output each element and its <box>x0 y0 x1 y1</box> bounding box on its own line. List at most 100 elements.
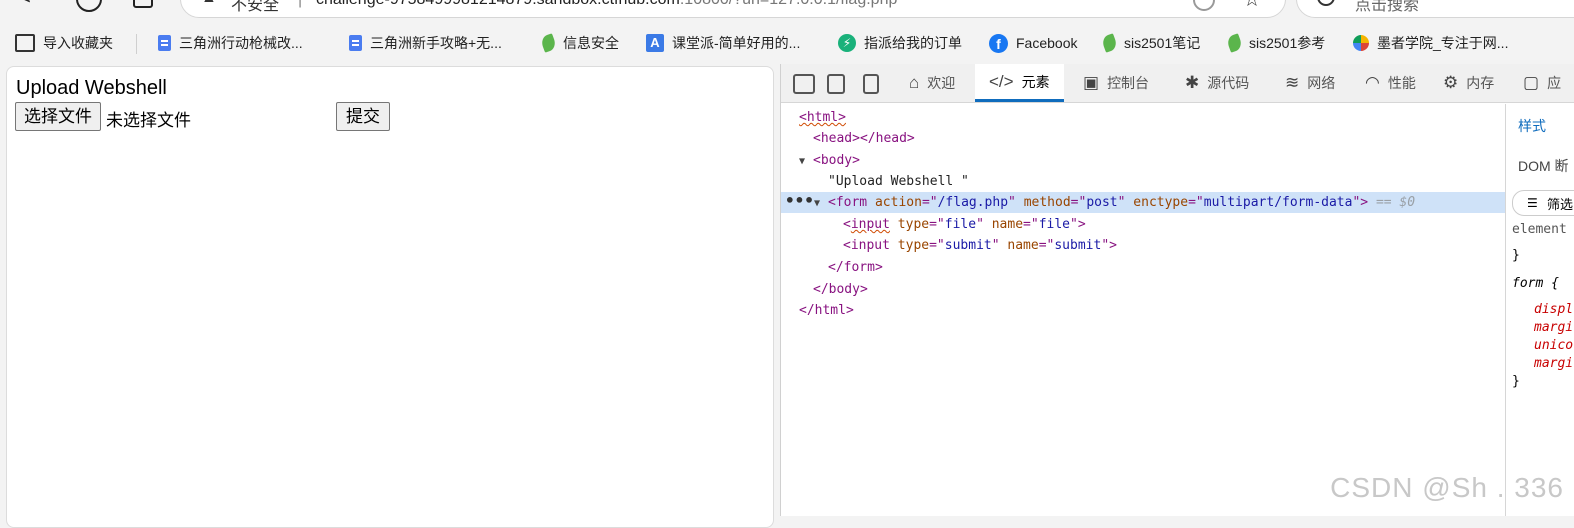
dom-line-body-close[interactable]: </body> <box>813 279 868 300</box>
bookmark-label: 课堂派-简单好用的... <box>672 35 801 51</box>
search-box[interactable]: 点击搜索 <box>1296 0 1574 18</box>
bookmarks-bar: 导入收藏夹 三角洲行动枪械改... 三角洲新手攻略+无... 信息安全 A 课堂派… <box>0 28 1574 58</box>
bookmark-import[interactable]: 导入收藏夹 <box>15 32 113 54</box>
filter-label: 筛选 <box>1547 197 1574 212</box>
bookmark-item[interactable]: 三角洲新手攻略+无... <box>349 32 502 54</box>
url-path: :10800/?url=127.0.0.1/flag.php <box>680 0 898 8</box>
form-method-value: post <box>1086 195 1118 210</box>
expand-triangle-icon[interactable]: ▼ <box>799 151 813 172</box>
url-host: challenge-9758499981214879.sandbox.ctfhu… <box>316 0 680 8</box>
expand-triangle-icon[interactable]: ▼ <box>814 193 828 214</box>
node-options-icon[interactable]: ••• <box>785 192 814 213</box>
insecure-label: 不安全 <box>231 0 280 14</box>
rule-close-brace: } <box>1512 248 1520 263</box>
bookmark-label: 墨者学院_专注于网... <box>1377 35 1509 51</box>
device-emulation-icon[interactable] <box>827 74 845 94</box>
styles-pane: 样式 DOM 断 ☰ 筛选 element } form { displ marg… <box>1505 104 1574 516</box>
devtools-tab-memory[interactable]: ⚙ 内存 <box>1443 64 1494 102</box>
tab-label: 元素 <box>1021 73 1050 90</box>
inspect-icon[interactable] <box>793 74 815 94</box>
style-property: unico <box>1534 338 1574 353</box>
dom-line-head[interactable]: <head></head> <box>813 128 915 149</box>
bookmark-label: 信息安全 <box>563 35 619 51</box>
wifi-icon: ≋ <box>1285 73 1300 92</box>
page-title: Upload Webshell <box>16 77 167 99</box>
devtools-tab-elements[interactable]: </> 元素 <box>975 64 1064 102</box>
import-icon <box>15 34 35 52</box>
devtools-tab-console[interactable]: ▣ 控制台 <box>1083 64 1149 102</box>
tab-label: 内存 <box>1466 75 1495 91</box>
rule-close-brace: } <box>1512 374 1520 389</box>
page-viewport: Upload Webshell 选择文件 未选择文件 提交 <box>6 66 774 528</box>
styles-tab[interactable]: 样式 <box>1518 116 1546 136</box>
styles-filter-input[interactable]: ☰ 筛选 <box>1512 190 1574 216</box>
form-enctype-value: multipart/form-data <box>1203 195 1353 210</box>
devtools-tab-network[interactable]: ≋ 网络 <box>1285 64 1335 102</box>
file-status-text: 未选择文件 <box>106 111 191 130</box>
bookmark-item[interactable]: 墨者学院_专注于网... <box>1353 32 1508 54</box>
form-style-rule: form { <box>1512 276 1559 291</box>
tab-label: 控制台 <box>1107 75 1150 91</box>
reload-icon[interactable] <box>76 0 102 12</box>
dom-line-input-submit[interactable]: <input type="submit" name="submit"> <box>843 235 1117 256</box>
devtools-tab-application[interactable]: ▢ 应 <box>1523 64 1561 102</box>
tab-label: 性能 <box>1387 75 1416 91</box>
watermark: CSDN @Sh . 336 <box>1330 472 1564 503</box>
classroom-icon: A <box>646 34 664 52</box>
read-aloud-icon[interactable] <box>1193 0 1215 11</box>
home-icon: ⌂ <box>909 73 920 92</box>
doc-icon <box>158 35 171 51</box>
warning-icon[interactable]: ▲ <box>201 0 217 7</box>
facebook-icon: f <box>989 33 1008 53</box>
dock-side-icon[interactable] <box>863 74 879 94</box>
url-separator: | <box>298 0 302 9</box>
bookmark-label: 指派给我的订单 <box>864 35 962 51</box>
bookmark-item[interactable]: A 课堂派-简单好用的... <box>646 32 800 54</box>
bookmark-item[interactable]: sis2501笔记 <box>1100 32 1201 54</box>
devtools-tab-performance[interactable]: ◠ 性能 <box>1365 64 1416 102</box>
bookmark-label: sis2501笔记 <box>1124 35 1201 51</box>
flower-icon <box>1353 35 1369 51</box>
dom-line-form-close[interactable]: </form> <box>828 257 883 278</box>
console-icon: ▣ <box>1083 73 1100 92</box>
bookmark-item[interactable]: ⚡ 指派给我的订单 <box>838 32 962 54</box>
tab-label: 欢迎 <box>927 75 956 91</box>
dom-line-html-close[interactable]: </html> <box>799 300 854 321</box>
dom-line-text[interactable]: "Upload Webshell " <box>828 171 969 192</box>
dom-line-form[interactable]: ▼ <form action="/flag.php" method="post" … <box>814 192 1415 213</box>
input-type-value: submit <box>944 238 992 253</box>
element-style-rule: element <box>1512 222 1567 237</box>
leaf-icon <box>1100 33 1119 53</box>
filter-icon: ☰ <box>1527 196 1538 210</box>
chip-icon: ⚙ <box>1443 73 1459 92</box>
devtools-tab-welcome[interactable]: ⌂ 欢迎 <box>905 64 959 102</box>
submit-button[interactable]: 提交 <box>336 102 390 131</box>
dom-line-input-file[interactable]: <input type="file" name="file"> <box>843 214 1086 235</box>
tabs-icon[interactable] <box>133 0 153 8</box>
input-type-value: file <box>944 217 977 232</box>
browser-toolbar: < ▲ 不安全 | challenge-9758499981214879.san… <box>0 0 1574 24</box>
gauge-icon: ◠ <box>1365 73 1380 92</box>
bookmark-item[interactable]: sis2501参考 <box>1225 32 1325 54</box>
address-bar[interactable]: ▲ 不安全 | challenge-9758499981214879.sandb… <box>180 0 1286 18</box>
input-name-value: submit <box>1054 238 1102 253</box>
dom-line-html[interactable]: <html> <box>799 107 846 128</box>
url-text[interactable]: challenge-9758499981214879.sandbox.ctfhu… <box>316 0 897 9</box>
search-placeholder: 点击搜索 <box>1355 0 1420 14</box>
dom-breakpoints-tab[interactable]: DOM 断 <box>1518 156 1569 176</box>
style-property: margi <box>1534 356 1574 371</box>
tab-label: 源代码 <box>1207 75 1250 91</box>
devtools-tab-sources[interactable]: ✱ 源代码 <box>1185 64 1249 102</box>
selected-node-ref: == $0 <box>1375 195 1416 210</box>
devtools-toolbar: ⌂ 欢迎 </> 元素 ▣ 控制台 ✱ 源代码 ≋ 网络 ◠ 性能 ⚙ 内存 ▢ 应 <box>781 64 1574 103</box>
bookmark-item[interactable]: 三角洲行动枪械改... <box>158 32 303 54</box>
favorite-star-icon[interactable]: ☆ <box>1243 0 1261 12</box>
dom-line-body[interactable]: ▼ <body> <box>799 150 860 171</box>
bookmark-label: 三角洲新手攻略+无... <box>370 35 502 51</box>
choose-file-button[interactable]: 选择文件 <box>15 102 101 131</box>
bookmark-item[interactable]: f Facebook <box>989 32 1077 54</box>
bookmark-label: Facebook <box>1016 35 1078 51</box>
bookmark-item[interactable]: 信息安全 <box>539 32 619 54</box>
back-arrow-icon[interactable]: < <box>18 0 31 10</box>
body-close-tag: </body> <box>813 282 868 297</box>
